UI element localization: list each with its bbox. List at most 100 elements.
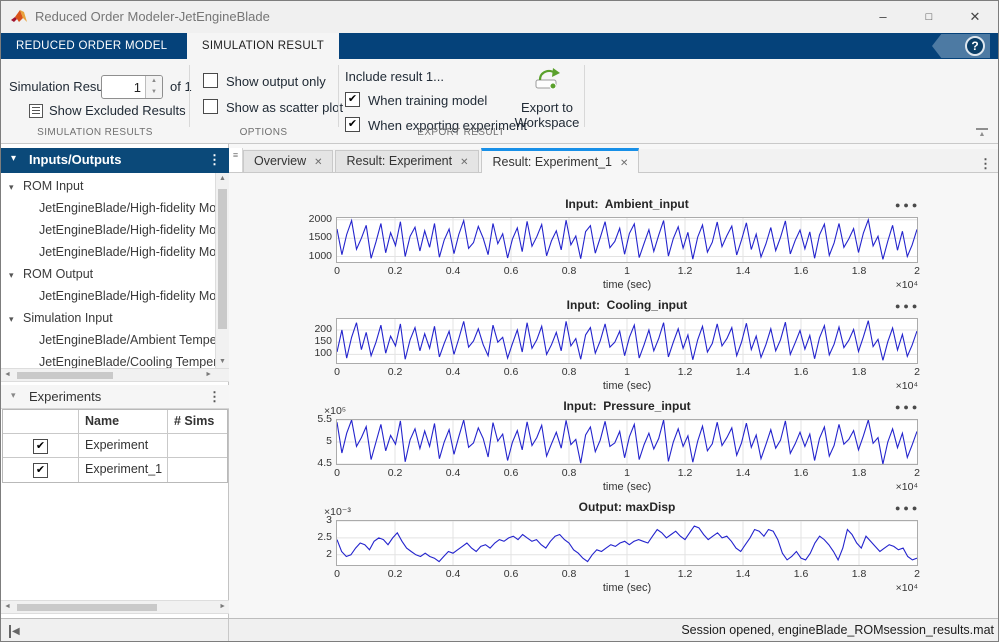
tab-close-icon[interactable]: ✕ [620,158,628,169]
tree-group-simulation-input[interactable]: ▾Simulation Input [1,307,215,329]
tree-item[interactable]: JetEngineBlade/High-fidelity Mo [1,219,215,241]
experiments-header[interactable]: ▾ Experiments ⋮ [1,385,229,409]
y-tick-label: 200 [288,323,332,335]
experiments-title: Experiments [29,389,101,404]
collapse-panel-icon[interactable]: ▾ [11,153,16,164]
scrollbar-thumb[interactable] [17,372,113,379]
tree-item[interactable]: JetEngineBlade/High-fidelity Mo [1,241,215,263]
collapse-panel-icon[interactable]: ▾ [11,390,16,401]
plot-options-icon[interactable]: ●●● [895,402,920,412]
scrollbar-thumb[interactable] [17,604,157,611]
inputs-outputs-tree[interactable]: ▾ROM Input JetEngineBlade/High-fidelity … [1,173,215,368]
table-row[interactable]: ✔ Experiment_1 [3,458,227,482]
scroll-right-icon[interactable]: ► [205,369,212,381]
when-training-model-label[interactable]: When training model [368,93,487,108]
doc-tabs-menu-icon[interactable]: ⋮ [979,156,992,172]
x-tick-label: 0.8 [554,467,584,479]
plot-options-icon[interactable]: ●●● [895,200,920,210]
tree-group-rom-output[interactable]: ▾ROM Output [1,263,215,285]
panel-grip-icon[interactable]: ≡ [229,148,243,172]
collapse-node-icon[interactable]: ▾ [9,264,23,285]
minimize-button[interactable]: – [860,1,906,33]
show-output-only-label[interactable]: Show output only [226,74,326,89]
tab-overview[interactable]: Overview ✕ [243,150,333,172]
plot-options-icon[interactable]: ●●● [895,503,920,513]
plot-axes[interactable] [336,419,918,465]
scroll-down-icon[interactable]: ▼ [216,356,229,368]
collapse-toolstrip-icon[interactable]: ▲ [976,128,988,139]
plot-ambient-input: Input: Ambient_input ●●● time (sec) ×10⁴… [229,195,999,296]
simulation-result-input[interactable] [102,76,145,98]
scrollbar-thumb[interactable] [218,189,227,329]
show-as-scatter-plot-label[interactable]: Show as scatter plot [226,100,343,115]
check-icon: ✔ [346,93,359,106]
scroll-left-icon[interactable]: ◄ [4,601,11,613]
show-output-only-checkbox[interactable] [203,73,218,88]
collapse-panel-left-icon[interactable]: ◀ [9,625,20,638]
panel-menu-icon[interactable]: ⋮ [208,389,221,405]
tab-result-experiment[interactable]: Result: Experiment✕ [335,150,479,172]
plot-title: Output: maxDisp [336,500,918,514]
x-tick-label: 1.6 [786,366,816,378]
plot-title: Input: Cooling_input [336,298,918,312]
x-tick-label: 0.2 [380,568,410,580]
tree-item[interactable]: JetEngineBlade/Ambient Temper [1,329,215,351]
main-area: ▾ Inputs/Outputs ⋮ ▾ROM Input JetEngineB… [1,144,999,618]
simulation-result-spinner[interactable]: ▲ ▼ [101,75,163,99]
y-tick-label: 1000 [288,250,332,262]
x-axis-exponent: ×10⁴ [868,380,918,392]
panel-menu-icon[interactable]: ⋮ [208,152,221,168]
spinner-up-icon[interactable]: ▲ [146,76,162,87]
collapse-node-icon[interactable]: ▾ [9,176,23,197]
plot-axes[interactable] [336,520,918,566]
experiment-name[interactable]: Experiment_1 [79,458,168,482]
maximize-button[interactable]: □ [906,1,952,33]
show-as-scatter-plot-checkbox[interactable] [203,99,218,114]
scroll-up-icon[interactable]: ▲ [216,173,229,185]
experiment-checkbox[interactable]: ✔ [33,439,48,454]
scroll-left-icon[interactable]: ◄ [4,369,11,381]
when-training-model-checkbox[interactable]: ✔ [345,92,360,107]
table-row[interactable]: ✔ Experiment [3,434,227,458]
tree-vertical-scrollbar[interactable]: ▲ ▼ [215,173,229,368]
plot-output-maxdisp: Output: maxDisp ●●● ×10⁻³ time (sec) ×10… [229,498,999,599]
collapse-node-icon[interactable]: ▾ [9,308,23,329]
tree-group-label: ROM Input [23,179,83,193]
document-tabbar: ≡ Overview ✕ Result: Experiment✕ Result: … [229,149,999,173]
help-button[interactable]: ? [932,34,990,58]
tree-item[interactable]: JetEngineBlade/High-fidelity Mo [1,197,215,219]
tab-close-icon[interactable]: ✕ [460,157,468,168]
tab-reduced-order-model[interactable]: REDUCED ORDER MODEL [1,33,182,59]
tab-simulation-result[interactable]: SIMULATION RESULT [187,33,339,59]
spinner-steppers[interactable]: ▲ ▼ [145,76,162,98]
experiments-table: Name # Sims ✔ Experiment ✔ Experiment_1 [2,409,228,483]
tree-item[interactable]: JetEngineBlade/Cooling Temper [1,351,215,368]
experiment-name[interactable]: Experiment [79,434,168,458]
scroll-right-icon[interactable]: ► [219,601,226,613]
tree-group-rom-input[interactable]: ▾ROM Input [1,175,215,197]
tab-close-icon[interactable]: ✕ [314,157,322,168]
x-tick-label: 1.2 [670,568,700,580]
x-tick-label: 0.4 [438,265,468,277]
x-axis-label: time (sec) [336,380,918,392]
x-axis-label: time (sec) [336,582,918,594]
tree-item[interactable]: JetEngineBlade/High-fidelity Mo [1,285,215,307]
y-tick-label: 100 [288,347,332,359]
statusbar: ◀ Session opened, engineBlade_ROMsession… [1,618,999,642]
x-tick-label: 0 [322,265,352,277]
x-axis-label: time (sec) [336,481,918,493]
tab-result-experiment-1[interactable]: Result: Experiment_1✕ [481,148,639,173]
x-tick-label: 0.4 [438,467,468,479]
close-button[interactable]: ✕ [952,1,998,33]
plot-axes[interactable] [336,318,918,364]
inputs-outputs-header[interactable]: ▾ Inputs/Outputs ⋮ [1,148,229,173]
tree-horizontal-scrollbar[interactable]: ◄ ► [1,368,229,382]
plot-options-icon[interactable]: ●●● [895,301,920,311]
show-excluded-results-button[interactable]: Show Excluded Results [49,103,186,118]
plot-axes[interactable] [336,217,918,263]
experiments-horizontal-scrollbar[interactable]: ◄ ► [1,600,229,614]
spinner-down-icon[interactable]: ▼ [146,87,162,98]
tab-label: Overview [254,154,306,168]
x-tick-label: 1.2 [670,265,700,277]
experiment-checkbox[interactable]: ✔ [33,463,48,478]
